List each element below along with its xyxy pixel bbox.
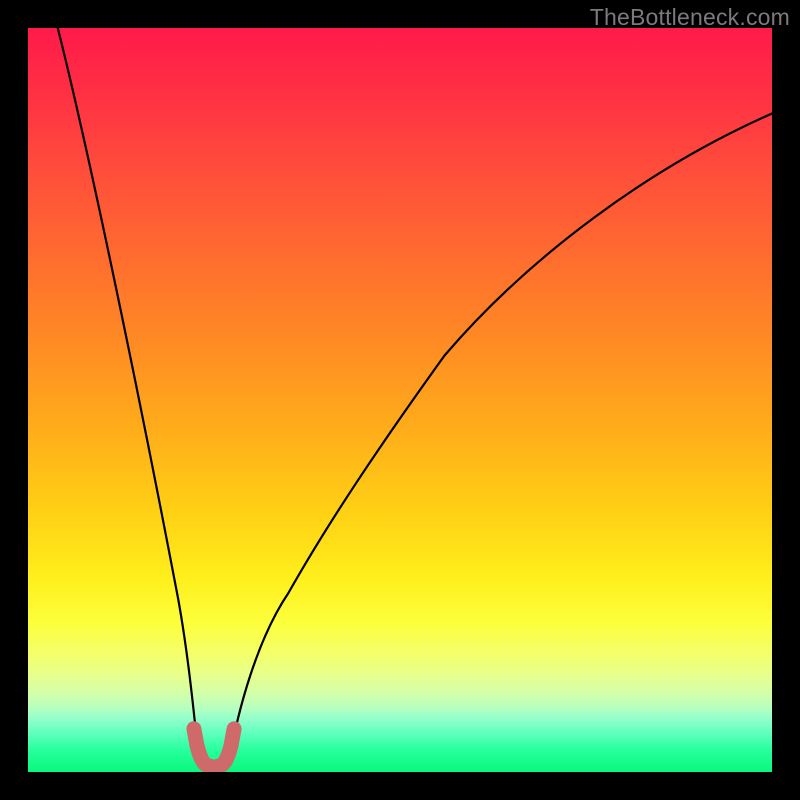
curve-left-branch (58, 28, 199, 763)
chart-frame: TheBottleneck.com (0, 0, 800, 800)
watermark-text: TheBottleneck.com (590, 4, 790, 31)
plot-area (28, 28, 772, 772)
curve-right-branch (229, 114, 772, 764)
chart-svg (28, 28, 772, 772)
u-marker (194, 729, 234, 768)
